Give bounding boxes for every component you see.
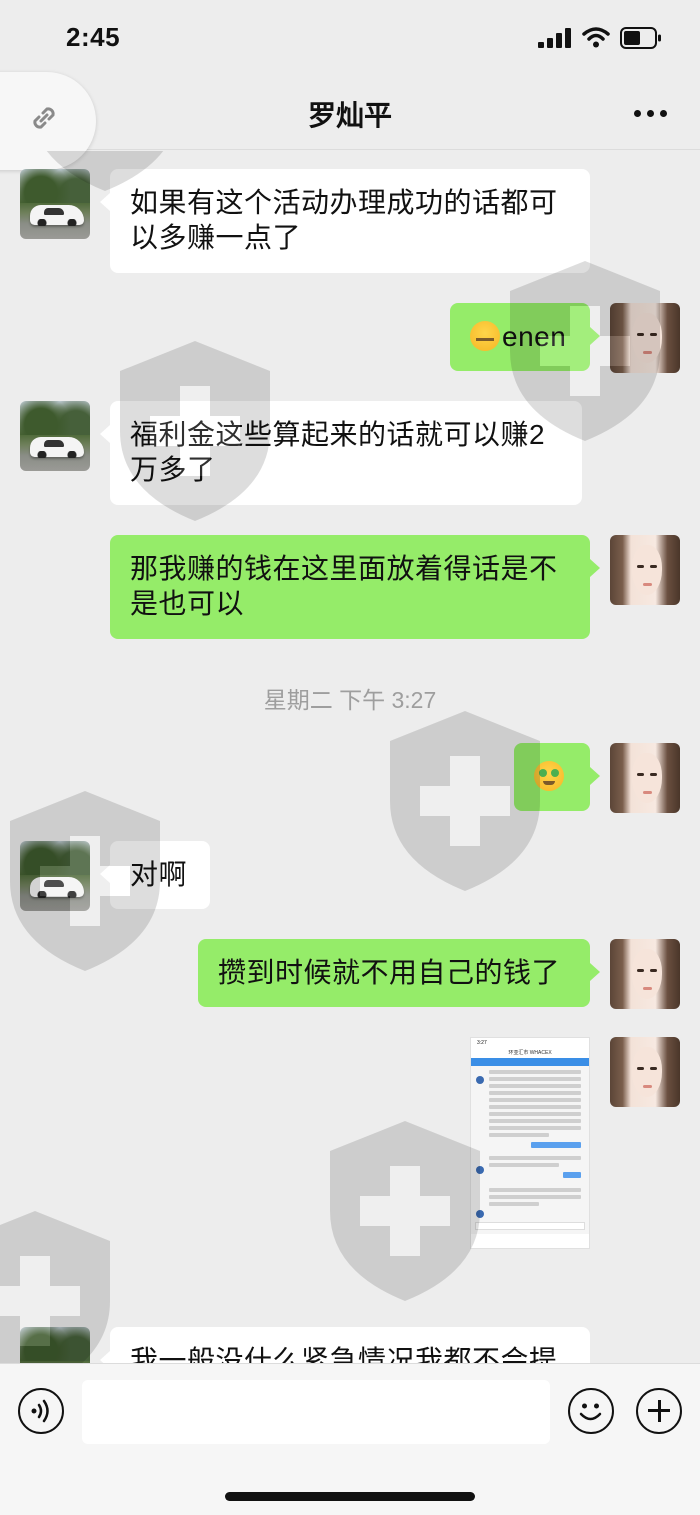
status-bar: 2:45 — [0, 0, 700, 78]
thumb-status: 3:27 — [471, 1038, 589, 1048]
message-text: enen — [502, 321, 567, 352]
my-avatar[interactable] — [610, 939, 680, 1009]
message-bubble-in[interactable]: 福利金这些算起来的话就可以赚2万多了 — [100, 401, 582, 505]
more-actions-button[interactable] — [636, 1388, 682, 1434]
image-message[interactable]: 3:27 环亚汇市 WHACEX — [470, 1037, 590, 1249]
money-face-emoji-icon — [534, 761, 564, 791]
shield-watermark-icon — [330, 1121, 480, 1301]
my-avatar[interactable] — [610, 1037, 680, 1107]
message-bubble-out[interactable]: enen — [450, 303, 600, 371]
input-bar — [0, 1363, 700, 1515]
my-avatar[interactable] — [610, 743, 680, 813]
home-indicator[interactable] — [225, 1492, 475, 1501]
contact-avatar[interactable] — [20, 841, 90, 911]
message-input[interactable] — [82, 1380, 550, 1444]
thumb-title: 环亚汇市 WHACEX — [471, 1048, 589, 1058]
voice-icon — [31, 1399, 49, 1423]
message-bubble-in[interactable]: 我一般没什么紧急情况我都不会提 — [100, 1327, 590, 1363]
message-bubble-out[interactable]: 攒到时候就不用自己的钱了 — [198, 939, 600, 1007]
message-bubble-in[interactable]: 如果有这个活动办理成功的话都可以多赚一点了 — [100, 169, 590, 273]
my-avatar[interactable] — [610, 303, 680, 373]
chat-title: 罗灿平 — [307, 100, 392, 131]
status-time: 2:45 — [66, 22, 121, 52]
message-bubble-out[interactable] — [514, 743, 600, 811]
message-list[interactable]: 如果有这个活动办理成功的话都可以多赚一点了 enen 福利金这些算起来的话就可以… — [0, 151, 700, 1363]
battery-icon — [620, 27, 661, 49]
message-bubble-out[interactable]: 那我赚的钱在这里面放着得话是不是也可以 — [110, 535, 600, 639]
smiley-icon — [579, 1403, 602, 1421]
more-options-icon[interactable] — [632, 110, 668, 118]
zipper-mouth-emoji-icon — [470, 321, 500, 351]
contact-avatar[interactable] — [20, 401, 90, 471]
voice-input-button[interactable] — [18, 1388, 64, 1434]
chat-header: 罗灿平 — [0, 78, 700, 150]
message-timestamp: 星期二 下午 3:27 — [263, 687, 437, 713]
contact-avatar[interactable] — [20, 169, 90, 239]
contact-avatar[interactable] — [20, 1327, 90, 1363]
wifi-icon — [582, 27, 610, 48]
emoji-button[interactable] — [568, 1388, 614, 1434]
link-icon — [33, 107, 55, 129]
cellular-signal-icon — [538, 28, 572, 48]
message-bubble-in[interactable]: 对啊 — [100, 841, 210, 909]
my-avatar[interactable] — [610, 535, 680, 605]
